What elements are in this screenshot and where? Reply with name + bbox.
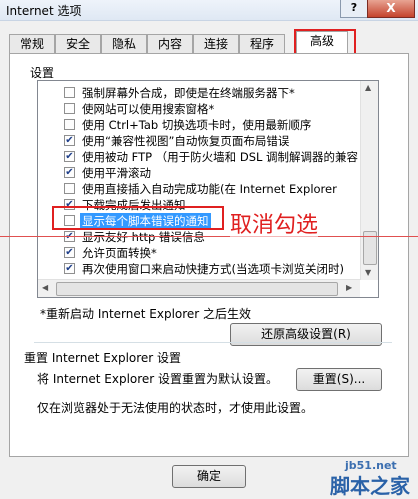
tab-general[interactable]: 常规	[9, 34, 55, 54]
annotation-line	[0, 236, 418, 237]
checkbox[interactable]	[64, 87, 75, 98]
reset-button[interactable]: 重置(S)...	[296, 368, 382, 391]
vertical-scrollbar[interactable]: ▲ ▼	[360, 81, 378, 280]
checkbox-checked[interactable]: ✔	[64, 167, 75, 178]
tab-privacy[interactable]: 隐私	[101, 34, 147, 54]
checkbox[interactable]	[64, 119, 75, 130]
scroll-right-icon[interactable]: ▶	[346, 283, 352, 292]
annotation-text: 取消勾选	[230, 207, 319, 239]
checkbox-checked[interactable]: ✔	[64, 199, 75, 210]
tab-programs[interactable]: 程序	[239, 34, 285, 54]
settings-label: 设置	[30, 66, 55, 80]
tab-connections[interactable]: 连接	[193, 34, 239, 54]
tab-security[interactable]: 安全	[55, 34, 101, 54]
horizontal-scroll-thumb[interactable]	[56, 282, 338, 296]
scroll-left-icon[interactable]: ◀	[42, 283, 48, 292]
tab-advanced[interactable]: 高级	[296, 31, 348, 54]
tab-content[interactable]: 内容	[147, 34, 193, 54]
settings-list[interactable]: 强制屏幕外合成，即使是在终端服务器下* 使网站可以使用搜索窗格* 使用 Ctrl…	[37, 80, 379, 298]
divider	[34, 342, 392, 343]
reset-note: 仅在浏览器处于无法使用的状态时，才使用此设置。	[37, 401, 314, 415]
window-title: Internet 选项	[6, 4, 82, 18]
checkbox-checked[interactable]: ✔	[64, 263, 75, 274]
checkbox-checked[interactable]: ✔	[64, 247, 75, 258]
checkbox-checked[interactable]: ✔	[64, 151, 75, 162]
tab-strip: 常规 安全 隐私 内容 连接 程序 高级	[9, 31, 409, 54]
scroll-down-icon[interactable]: ▼	[365, 268, 371, 277]
checkbox[interactable]	[64, 183, 75, 194]
checkbox[interactable]	[64, 215, 75, 226]
horizontal-scrollbar[interactable]: ◀ ▶	[38, 279, 360, 297]
reset-description: 将 Internet Explorer 设置重置为默认设置。	[37, 372, 279, 386]
checkbox[interactable]	[64, 103, 75, 114]
scroll-up-icon[interactable]: ▲	[365, 83, 371, 92]
checkbox-checked[interactable]: ✔	[64, 135, 75, 146]
ok-button[interactable]: 确定	[172, 465, 246, 488]
help-button[interactable]: ?	[340, 0, 368, 18]
reset-title: 重置 Internet Explorer 设置	[24, 351, 182, 365]
restart-note: *重新启动 Internet Explorer 之后生效	[40, 307, 252, 321]
close-button[interactable]: X	[367, 0, 415, 18]
